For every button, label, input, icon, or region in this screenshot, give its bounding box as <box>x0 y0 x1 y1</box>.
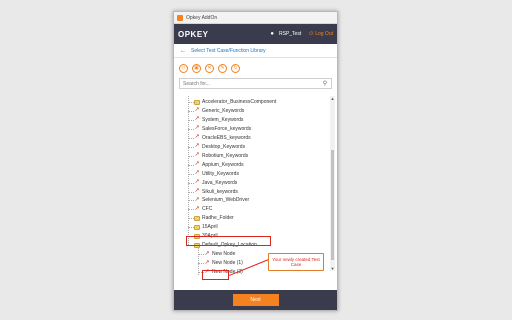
tree-item-label: Selenium_WebDriver <box>202 197 250 204</box>
refresh-icon[interactable]: ↻ <box>231 63 240 73</box>
folder-icon <box>194 99 200 105</box>
tree-item-label: 15April <box>202 224 218 231</box>
footer-bar: Next <box>174 290 337 310</box>
app-header: OPKEY ● RSP_Test ⏻ Log Out <box>174 24 337 44</box>
tree-item[interactable]: ↗ New Node (1) <box>204 259 243 267</box>
back-arrow-icon[interactable]: ← <box>180 48 186 54</box>
power-icon: ⏻ <box>309 31 314 37</box>
callout-box: Your newly created Test Case <box>268 253 324 271</box>
keyword-icon: ↗ <box>194 116 200 123</box>
app-icon <box>177 14 183 21</box>
tree-item-label: Sikuli_keywords <box>202 188 238 195</box>
tree-item-label: SalesForce_keywords <box>202 125 252 132</box>
tree-item[interactable]: ↗ Sikuli_keywords <box>194 188 238 196</box>
tree-item-label: Robotium_Keywords <box>202 152 249 159</box>
window-titlebar: Opkey AddOn <box>174 12 337 24</box>
keyword-icon: ↗ <box>194 134 200 141</box>
tree-item-label: Radhe_Folder <box>202 215 234 222</box>
tree-item-label: CFC <box>202 206 213 213</box>
tree-guide-line <box>188 96 189 246</box>
tree-item-label: Java_Keywords <box>202 179 238 186</box>
tree-item[interactable]: ↗ Appium_Keywords <box>194 161 244 169</box>
keyword-icon: ↗ <box>194 170 200 177</box>
keyword-icon: ↗ <box>194 196 200 203</box>
page-header: ← Select Test Case/Function Library <box>174 44 337 58</box>
page-title: Select Test Case/Function Library <box>191 47 266 54</box>
tree-item-label: OracleEBS_keywords <box>202 134 251 141</box>
user-icon: ● <box>270 31 274 37</box>
tree-guide-line <box>198 247 199 275</box>
keyword-icon: ↗ <box>194 161 200 168</box>
keyword-icon: ↗ <box>194 179 200 186</box>
keyword-icon: ↗ <box>194 152 200 159</box>
keyword-icon: ↗ <box>194 143 200 150</box>
folder-icon <box>194 215 200 221</box>
tree-item-label: New Node (1) <box>212 260 243 267</box>
keyword-icon: ↗ <box>194 188 200 194</box>
highlight-default-location <box>186 236 271 246</box>
node-icon: ↗ <box>204 250 210 257</box>
keyword-icon: ↗ <box>194 205 200 212</box>
tree-item[interactable]: Radhe_Folder <box>194 214 234 222</box>
tree-item[interactable]: ↗ Desktop_Keywords <box>194 143 245 151</box>
tree-view: Accelerator_BusinessComponent ↗ Generic_Ke… <box>178 96 328 275</box>
tree-item[interactable]: ↗ System_Keywords <box>194 116 243 124</box>
search-icon[interactable]: ⚲ <box>319 80 331 87</box>
logout-label: Log Out <box>315 31 333 37</box>
window-title: Opkey AddOn <box>186 14 218 21</box>
search-box: ⚲ <box>179 78 332 89</box>
tree-item[interactable]: ↗ SalesForce_keywords <box>194 125 251 133</box>
new-folder-icon[interactable]: ▣ <box>192 63 201 73</box>
keyword-icon: ↗ <box>194 125 200 132</box>
tree-scrollbar[interactable]: ▲ ▼ <box>330 96 335 271</box>
tree-item[interactable]: ↗ OracleEBS_keywords <box>194 134 251 142</box>
tree-item-label: Accelerator_BusinessComponent <box>202 99 277 105</box>
scroll-down-icon[interactable]: ▼ <box>330 266 335 271</box>
new-file-icon[interactable]: □ <box>179 63 188 73</box>
toolbar: □ ▣ ✕ ✎ ↻ <box>174 61 337 75</box>
tree-item-label: Desktop_Keywords <box>202 143 246 150</box>
tree-item[interactable]: ↗ New Node <box>204 250 235 258</box>
tree-item-label: New Node <box>212 251 236 258</box>
scroll-up-icon[interactable]: ▲ <box>330 96 335 101</box>
keyword-icon: ↗ <box>194 107 200 114</box>
delete-icon[interactable]: ✕ <box>205 63 214 73</box>
tree-item[interactable]: Accelerator_BusinessComponent <box>194 98 276 106</box>
logout-button[interactable]: ⏻ Log Out <box>309 31 333 37</box>
tree-item[interactable]: ↗ CFC <box>194 205 212 213</box>
folder-icon <box>194 224 200 230</box>
tree-item-label: System_Keywords <box>202 116 244 123</box>
tree-item[interactable]: ↗ Java_Keywords <box>194 179 237 187</box>
tree-item[interactable]: ↗ Generic_Keywords <box>194 107 244 115</box>
tree-item-label: Utility_Keywords <box>202 170 239 177</box>
opkey-logo: OPKEY <box>178 29 209 39</box>
edit-icon[interactable]: ✎ <box>218 63 227 73</box>
scrollbar-thumb[interactable] <box>331 150 334 260</box>
tree-item[interactable]: ↗ Utility_Keywords <box>194 170 239 178</box>
user-name: RSP_Test <box>279 31 302 37</box>
tree-item[interactable]: ↗ Robotium_Keywords <box>194 152 248 160</box>
tree-item-label: Generic_Keywords <box>202 107 245 114</box>
search-input[interactable] <box>183 80 319 87</box>
tree-item[interactable]: ↗ Selenium_WebDriver <box>194 196 249 204</box>
highlight-new-testcase <box>202 270 229 280</box>
node-icon: ↗ <box>204 259 210 266</box>
tree-item[interactable]: 15April <box>194 223 218 231</box>
next-button[interactable]: Next <box>232 294 279 306</box>
tree-item-label: Appium_Keywords <box>202 161 244 168</box>
